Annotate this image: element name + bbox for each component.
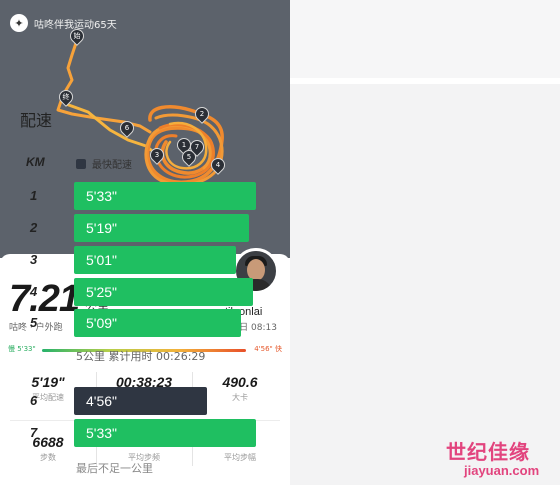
pace-row-value: 4'56" xyxy=(86,393,118,409)
pace-row-value: 5'09" xyxy=(86,315,118,331)
km-marker-7-label: 7 xyxy=(194,143,200,151)
pace-title: 配速 xyxy=(20,111,53,130)
pace-row-km: 7 xyxy=(30,425,38,440)
legend-label: 最快配速 xyxy=(92,160,132,171)
pace-scale-slow: 慢 5'33" xyxy=(8,345,36,353)
watermark-en: jiayuan.com xyxy=(464,463,540,478)
pace-row: 3 5'01" xyxy=(0,246,270,274)
pace-row-km: 6 xyxy=(30,393,38,408)
watermark-logo: 世纪佳缘 jiayuan.com xyxy=(446,436,556,482)
legend-swatch xyxy=(76,158,86,169)
pace-row-value: 5'19" xyxy=(86,220,118,236)
pace-row: 6 4'56" xyxy=(0,387,270,415)
pace-row: 7 5'33" xyxy=(0,419,270,447)
pace-panel-header-bg xyxy=(290,0,560,78)
pace-row: 1 5'33" xyxy=(0,182,270,210)
route-path-main xyxy=(56,38,152,134)
pace-scale-fast: 4'56" 快 xyxy=(254,345,282,353)
km-marker-4-label: 4 xyxy=(215,161,221,169)
remainder-note: 最后不足一公里 xyxy=(76,462,153,475)
km-marker-2-label: 2 xyxy=(199,110,205,118)
pace-row-value: 5'33" xyxy=(86,188,118,204)
watermark-cn: 世纪佳缘 xyxy=(446,440,530,464)
km-header: KM xyxy=(26,155,45,169)
end-marker-label: 终 xyxy=(62,93,70,101)
km-marker-6-label: 6 xyxy=(124,124,130,132)
pace-row-km: 5 xyxy=(30,315,38,330)
pace-row-km: 4 xyxy=(30,284,38,299)
pace-panel xyxy=(290,0,560,485)
pace-row: 2 5'19" xyxy=(0,214,270,242)
runner-bird-icon: ✦ xyxy=(10,14,28,32)
app-badge: ✦ 咕咚伴我运动65天 xyxy=(10,14,117,32)
pace-row: 4 5'25" xyxy=(0,278,270,306)
fastest-pace-legend: 最快配速 xyxy=(76,156,132,171)
start-marker-label: 始 xyxy=(73,32,81,40)
pace-row-km: 2 xyxy=(30,220,38,235)
pace-row-value: 5'01" xyxy=(86,252,118,268)
pace-row-value: 5'25" xyxy=(86,284,118,300)
pace-row-value: 5'33" xyxy=(86,425,118,441)
stat-label: 平均步幅 xyxy=(224,453,256,462)
pace-panel-body xyxy=(290,84,560,485)
pace-row-km: 3 xyxy=(30,252,38,267)
pace-row-km: 1 xyxy=(30,188,38,203)
split-summary: 5公里 累计用时 00:26:29 xyxy=(76,350,206,363)
km-marker-3-label: 3 xyxy=(154,151,160,159)
pace-row: 5 5'09" xyxy=(0,309,270,337)
